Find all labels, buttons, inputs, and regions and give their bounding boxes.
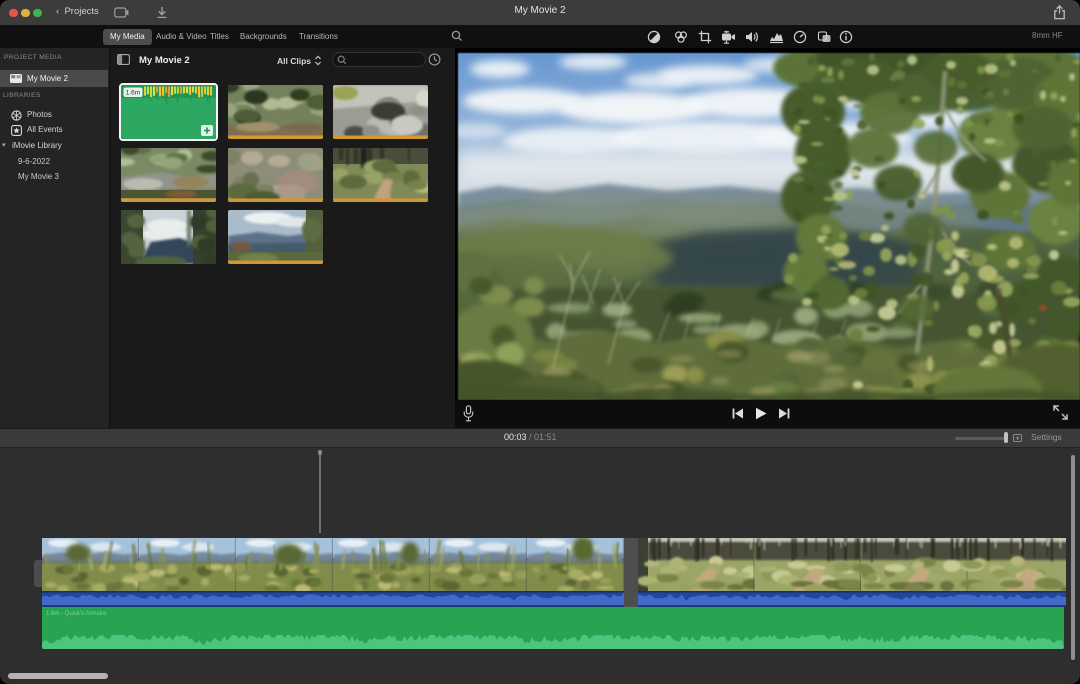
svg-text:1.6m: 1.6m	[125, 90, 139, 97]
